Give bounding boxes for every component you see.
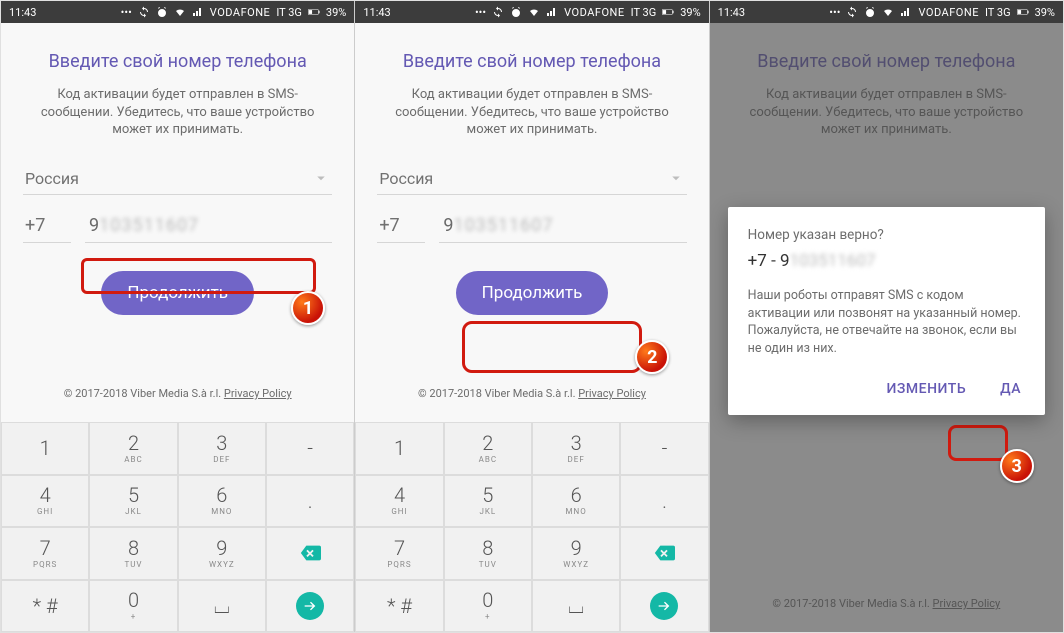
wifi-icon bbox=[882, 6, 894, 18]
key-8[interactable]: 8TUV bbox=[444, 527, 532, 580]
step-badge-3: 3 bbox=[1000, 449, 1034, 483]
privacy-link[interactable]: Privacy Policy bbox=[578, 387, 646, 400]
key-go[interactable] bbox=[266, 580, 354, 633]
continue-button[interactable]: Продолжить bbox=[101, 271, 254, 315]
key-6[interactable]: 6MNO bbox=[178, 475, 266, 528]
privacy-link[interactable]: Privacy Policy bbox=[224, 387, 292, 400]
change-button[interactable]: ИЗМЕНИТЬ bbox=[883, 375, 971, 403]
sync-icon bbox=[138, 6, 150, 18]
footer-text: © 2017-2018 Viber Media S.à r.l. Privacy… bbox=[377, 387, 686, 410]
key-⌴[interactable]: ⌴ bbox=[178, 580, 266, 633]
dialog-number: +7 - 9103511607 bbox=[748, 251, 1025, 271]
sync-icon bbox=[846, 6, 858, 18]
confirm-dialog: Номер указан верно? +7 - 9103511607 Наши… bbox=[728, 207, 1045, 415]
battery-icon bbox=[308, 6, 320, 18]
status-time: 11:43 bbox=[9, 6, 36, 19]
key-1[interactable]: 1 bbox=[1, 422, 89, 475]
chevron-down-icon bbox=[667, 169, 685, 187]
numeric-keypad: 12ABC3DEF- 4GHI5JKL6MNO. 7PQRS8TUV9WXYZ * #… bbox=[1, 422, 354, 632]
page-title: Введите свой номер телефона bbox=[377, 51, 686, 72]
key-5[interactable]: 5JKL bbox=[89, 475, 177, 528]
battery-icon bbox=[1017, 6, 1029, 18]
page-subtitle: Код активации будет отправлен в SMS-сооб… bbox=[23, 86, 332, 139]
battery-icon bbox=[662, 6, 674, 18]
wifi-icon bbox=[174, 6, 186, 18]
phone-screen-2: 11:43 ••• VODAFONE IT 3G 39% Введите сво… bbox=[355, 1, 709, 632]
status-bar: 11:43 ••• VODAFONE IT 3G 39% bbox=[710, 1, 1063, 23]
page-title: Введите свой номер телефона bbox=[23, 51, 332, 72]
key-dot[interactable]: . bbox=[620, 475, 708, 528]
key-5[interactable]: 5JKL bbox=[444, 475, 532, 528]
alarm-icon bbox=[156, 6, 168, 18]
key-0[interactable]: 0+ bbox=[89, 580, 177, 633]
key-go[interactable] bbox=[620, 580, 708, 633]
key-1[interactable]: 1 bbox=[355, 422, 443, 475]
key-7[interactable]: 7PQRS bbox=[355, 527, 443, 580]
key-9[interactable]: 9WXYZ bbox=[178, 527, 266, 580]
status-bar: 11:43 ••• VODAFONE IT 3G 39% bbox=[355, 1, 708, 23]
carrier-label: VODAFONE bbox=[210, 6, 271, 19]
sync-icon bbox=[492, 6, 504, 18]
signal-icon bbox=[546, 6, 558, 18]
phone-input[interactable]: 9103511607 bbox=[85, 209, 332, 243]
dialog-info: Наши роботы отправят SMS с кодом активац… bbox=[748, 287, 1025, 357]
signal-icon bbox=[192, 6, 204, 18]
alarm-icon bbox=[510, 6, 522, 18]
key-dot[interactable]: . bbox=[266, 475, 354, 528]
country-select[interactable]: Россия bbox=[23, 163, 332, 195]
dots-icon: ••• bbox=[121, 6, 132, 19]
key-3[interactable]: 3DEF bbox=[178, 422, 266, 475]
alarm-icon bbox=[864, 6, 876, 18]
phone-screen-3: 11:43 ••• VODAFONE IT 3G 39% Введите сво… bbox=[710, 1, 1063, 632]
key-8[interactable]: 8TUV bbox=[89, 527, 177, 580]
key-0[interactable]: 0+ bbox=[444, 580, 532, 633]
phone-prefix: +7 bbox=[377, 209, 425, 243]
key-* #[interactable]: * # bbox=[355, 580, 443, 633]
key-⌴[interactable]: ⌴ bbox=[532, 580, 620, 633]
country-select[interactable]: Россия bbox=[377, 163, 686, 195]
signal-icon bbox=[900, 6, 912, 18]
phone-input[interactable]: 9103511607 bbox=[439, 209, 686, 243]
key-2[interactable]: 2ABC bbox=[89, 422, 177, 475]
wifi-icon bbox=[528, 6, 540, 18]
key-* #[interactable]: * # bbox=[1, 580, 89, 633]
key-6[interactable]: 6MNO bbox=[532, 475, 620, 528]
numeric-keypad: 12ABC3DEF- 4GHI5JKL6MNO. 7PQRS8TUV9WXYZ * #… bbox=[355, 422, 708, 632]
key-3[interactable]: 3DEF bbox=[532, 422, 620, 475]
step-badge-1: 1 bbox=[291, 291, 325, 325]
key-4[interactable]: 4GHI bbox=[355, 475, 443, 528]
dialog-question: Номер указан верно? bbox=[748, 227, 1025, 243]
status-bar: 11:43 ••• VODAFONE IT 3G 39% bbox=[1, 1, 354, 23]
key-dash[interactable]: - bbox=[266, 422, 354, 475]
key-9[interactable]: 9WXYZ bbox=[532, 527, 620, 580]
continue-button[interactable]: Продолжить bbox=[456, 271, 609, 315]
country-label: Россия bbox=[25, 169, 79, 188]
key-2[interactable]: 2ABC bbox=[444, 422, 532, 475]
key-back[interactable] bbox=[266, 527, 354, 580]
footer-text: © 2017-2018 Viber Media S.à r.l. Privacy… bbox=[23, 387, 332, 410]
battery-label: 39% bbox=[326, 6, 346, 19]
key-back[interactable] bbox=[620, 527, 708, 580]
chevron-down-icon bbox=[312, 169, 330, 187]
key-7[interactable]: 7PQRS bbox=[1, 527, 89, 580]
yes-button[interactable]: ДА bbox=[996, 375, 1025, 403]
phone-prefix: +7 bbox=[23, 209, 71, 243]
key-4[interactable]: 4GHI bbox=[1, 475, 89, 528]
phone-screen-1: 11:43 ••• VODAFONE IT 3G 39% Введите сво… bbox=[1, 1, 355, 632]
page-subtitle: Код активации будет отправлен в SMS-сооб… bbox=[377, 86, 686, 139]
network-label: IT 3G bbox=[276, 6, 302, 19]
key-dash[interactable]: - bbox=[620, 422, 708, 475]
